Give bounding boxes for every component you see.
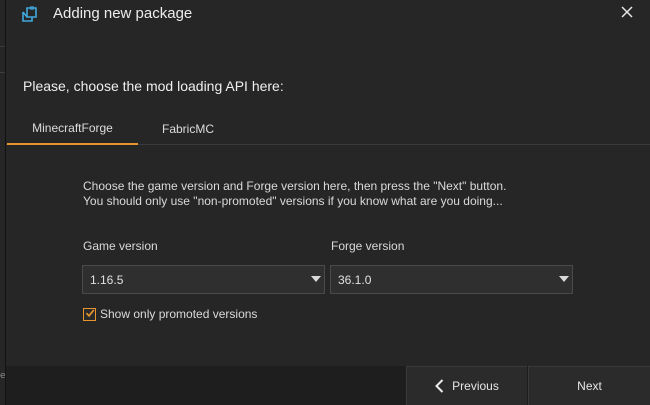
loader-tabs: MinecraftForge FabricMC [6,113,650,145]
forge-version-value: 36.1.0 [338,273,372,287]
add-package-dialog: Adding new package Please, choose the mo… [6,0,650,405]
forge-version-select[interactable]: 36.1.0 [330,265,573,294]
tab-label: FabricMC [161,121,214,136]
edge-divider [0,46,5,47]
next-button[interactable]: Next [528,366,650,405]
close-button[interactable] [612,0,642,28]
dialog-title: Adding new package [53,5,193,22]
tab-label: MinecraftForge [32,121,113,135]
previous-label: Previous [452,379,499,393]
chevron-down-icon [559,276,569,282]
game-version-select[interactable]: 1.16.5 [82,265,325,294]
close-icon [621,5,633,23]
tab-fabricmc[interactable]: FabricMC [138,113,238,144]
game-version-label: Game version [83,239,158,253]
edge-divider [0,72,5,73]
package-icon [20,4,40,24]
instructions-text: Choose the game version and Forge versio… [83,179,506,209]
api-prompt: Please, choose the mod loading API here: [23,78,284,94]
title-bar: Adding new package [6,0,650,28]
promoted-versions-checkbox[interactable] [83,305,96,323]
chevron-left-icon [435,379,444,393]
instructions-line: Choose the game version and Forge versio… [83,179,507,193]
promoted-versions-label: Show only promoted versions [100,306,258,321]
next-label: Next [577,379,602,393]
checkmark-icon [85,305,95,323]
instructions-line: You should only use "non-promoted" versi… [83,194,503,208]
chevron-down-icon [311,276,321,282]
promoted-versions-option[interactable]: Show only promoted versions [83,306,257,322]
forge-version-label: Forge version [331,239,405,253]
previous-button[interactable]: Previous [406,366,527,405]
tab-minecraftforge[interactable]: MinecraftForge [7,113,138,145]
game-version-value: 1.16.5 [90,273,124,287]
dialog-footer: Previous Next [6,366,650,405]
